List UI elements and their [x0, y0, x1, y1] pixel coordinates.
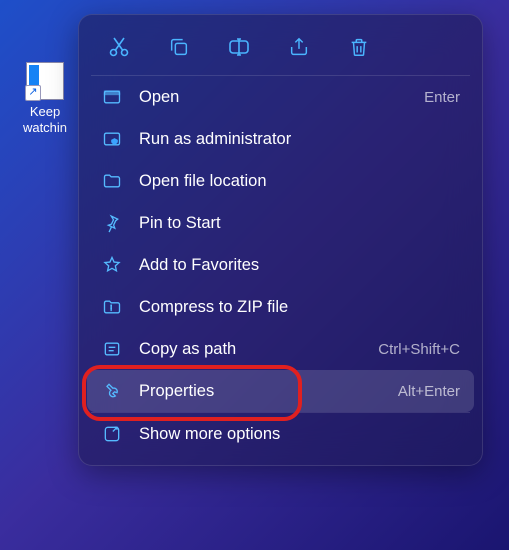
pin-icon — [101, 212, 123, 234]
menu-item-label: Pin to Start — [139, 214, 460, 233]
menu-item-properties[interactable]: Properties Alt+Enter — [87, 370, 474, 412]
app-icon: ↗ — [26, 62, 64, 100]
zip-icon — [101, 296, 123, 318]
share-icon[interactable] — [285, 33, 313, 61]
desktop-shortcut[interactable]: ↗ Keep watchin — [18, 62, 72, 135]
desktop-shortcut-label: Keep watchin — [18, 104, 72, 135]
menu-item-label: Show more options — [139, 425, 460, 444]
copy-path-icon — [101, 338, 123, 360]
menu-item-accel: Alt+Enter — [398, 383, 460, 400]
delete-icon[interactable] — [345, 33, 373, 61]
menu-item-compress[interactable]: Compress to ZIP file — [87, 286, 474, 328]
menu-item-add-favorites[interactable]: Add to Favorites — [87, 244, 474, 286]
menu-item-label: Open file location — [139, 172, 460, 191]
menu-item-label: Run as administrator — [139, 130, 460, 149]
shield-icon — [101, 128, 123, 150]
open-icon — [101, 86, 123, 108]
menu-item-open-location[interactable]: Open file location — [87, 160, 474, 202]
menu-item-label: Open — [139, 88, 408, 107]
wrench-icon — [101, 380, 123, 402]
menu-item-run-admin[interactable]: Run as administrator — [87, 118, 474, 160]
menu-item-open[interactable]: Open Enter — [87, 76, 474, 118]
menu-item-label: Properties — [139, 382, 382, 401]
menu-item-pin-start[interactable]: Pin to Start — [87, 202, 474, 244]
folder-icon — [101, 170, 123, 192]
rename-icon[interactable] — [225, 33, 253, 61]
shortcut-arrow-icon: ↗ — [25, 85, 41, 101]
more-options-icon — [101, 423, 123, 445]
cut-icon[interactable] — [105, 33, 133, 61]
menu-item-label: Copy as path — [139, 340, 362, 359]
menu-item-label: Compress to ZIP file — [139, 298, 460, 317]
menu-item-accel: Enter — [424, 89, 460, 106]
star-icon — [101, 254, 123, 276]
menu-item-accel: Ctrl+Shift+C — [378, 341, 460, 358]
menu-item-label: Add to Favorites — [139, 256, 460, 275]
quick-action-row — [87, 25, 474, 75]
menu-item-copy-path[interactable]: Copy as path Ctrl+Shift+C — [87, 328, 474, 370]
menu-item-show-more[interactable]: Show more options — [87, 413, 474, 455]
copy-icon[interactable] — [165, 33, 193, 61]
context-menu: Open Enter Run as administrator Open fil… — [78, 14, 483, 466]
